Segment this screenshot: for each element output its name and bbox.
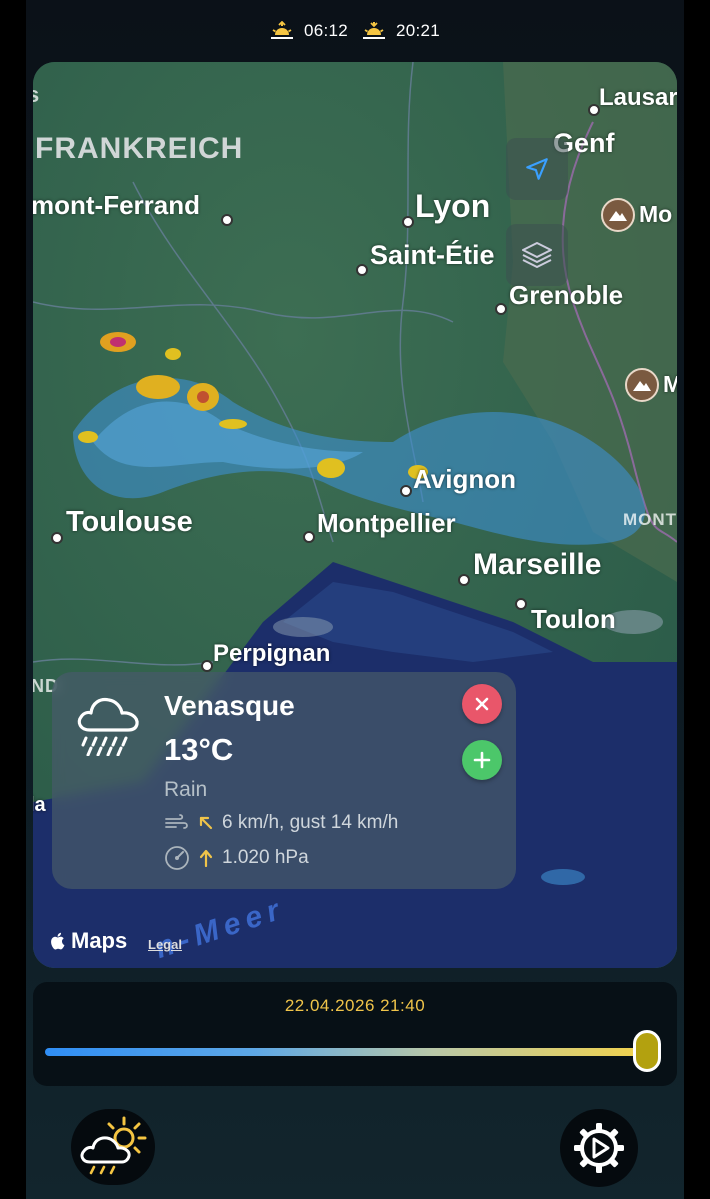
time-slider-handle[interactable]: [633, 1030, 661, 1072]
map-label-toulon: Toulon: [531, 604, 616, 634]
app-screen: 06:12 20:21 s FRANKREICH mont-Ferrand Ly…: [26, 0, 684, 1199]
pressure-up-arrow-icon: [199, 849, 213, 867]
city-dot: [402, 216, 414, 228]
map-label-marseille: Marseille: [473, 548, 602, 581]
city-dot: [51, 532, 63, 544]
location-name: Venasque: [164, 690, 295, 721]
mountain-icon: [625, 368, 659, 402]
wind-value: 6 km/h, gust 14 km/h: [222, 812, 399, 833]
map-label-lyon: Lyon: [415, 188, 491, 224]
layers-icon: [522, 242, 552, 268]
map-label-mountain-2: M: [663, 371, 677, 397]
map-label-mont: MONT: [623, 510, 677, 529]
apple-logo-icon: [51, 932, 65, 950]
gauge-icon: [165, 846, 189, 870]
city-dot: [303, 531, 315, 543]
layers-button[interactable]: [506, 224, 568, 286]
map-label-mountain: Mo: [639, 201, 673, 227]
pressure-value: 1.020 hPa: [222, 847, 309, 868]
map-label-avignon: Avignon: [413, 464, 517, 494]
settings-button[interactable]: [560, 1109, 638, 1187]
partly-cloudy-rain-icon: [80, 1116, 147, 1175]
apple-maps-logo: Maps: [49, 928, 127, 954]
map-label-toulouse: Toulouse: [66, 506, 193, 538]
gear-play-icon: [574, 1123, 624, 1173]
add-location-button[interactable]: [462, 740, 502, 780]
wind-icon: [165, 814, 188, 829]
city-dot: [400, 485, 412, 497]
legal-link[interactable]: Legal: [148, 937, 182, 952]
forecast-button[interactable]: [71, 1109, 155, 1185]
city-dot: [458, 574, 470, 586]
sunset-time: 20:21: [396, 21, 441, 40]
city-dot: [201, 660, 213, 672]
city-dot: [356, 264, 368, 276]
map-label-lausanne: Lausar: [599, 84, 677, 111]
cloud-rain-icon: [77, 697, 139, 756]
time-slider-panel: 22.04.2026 21:40: [33, 982, 677, 1086]
locate-button[interactable]: [506, 138, 568, 200]
wind-row: 6 km/h, gust 14 km/h: [164, 812, 398, 834]
time-slider-track[interactable]: [45, 1048, 643, 1056]
map-label-montpellier: Montpellier: [317, 508, 456, 538]
city-dot: [588, 104, 600, 116]
sunrise-icon: [270, 21, 293, 39]
close-icon: [475, 697, 489, 711]
sunset-icon: [363, 22, 385, 39]
mountain-icon: [601, 198, 635, 232]
city-dot: [221, 214, 233, 226]
timeline-date: 22.04.2026 21:40: [284, 996, 426, 1015]
map-label-s: s: [33, 82, 41, 107]
map-label-perpignan: Perpignan: [213, 640, 331, 667]
map-label-la: la: [33, 794, 46, 816]
plus-icon: [473, 751, 491, 769]
weather-info-card: Venasque 13°C Rain 6 km/h, gust 14 km/h: [52, 672, 516, 889]
map-label-clermont-ferrand: mont-Ferrand: [33, 190, 200, 220]
sunrise-time: 06:12: [303, 21, 348, 40]
weather-condition: Rain: [164, 778, 208, 801]
location-arrow-icon: [526, 158, 548, 180]
temperature: 13°C: [164, 732, 234, 767]
wind-direction-arrow-icon: [199, 816, 213, 830]
map-label-saint-etienne: Saint-Étie: [370, 240, 495, 270]
pressure-row: 1.020 hPa: [164, 845, 309, 871]
close-button[interactable]: [462, 684, 502, 724]
city-dot: [515, 598, 527, 610]
maps-attribution: Maps: [71, 928, 128, 953]
sun-times-bar: 06:12 20:21: [26, 14, 684, 48]
city-dot: [495, 303, 507, 315]
map-label-frankreich: FRANKREICH: [35, 132, 244, 165]
